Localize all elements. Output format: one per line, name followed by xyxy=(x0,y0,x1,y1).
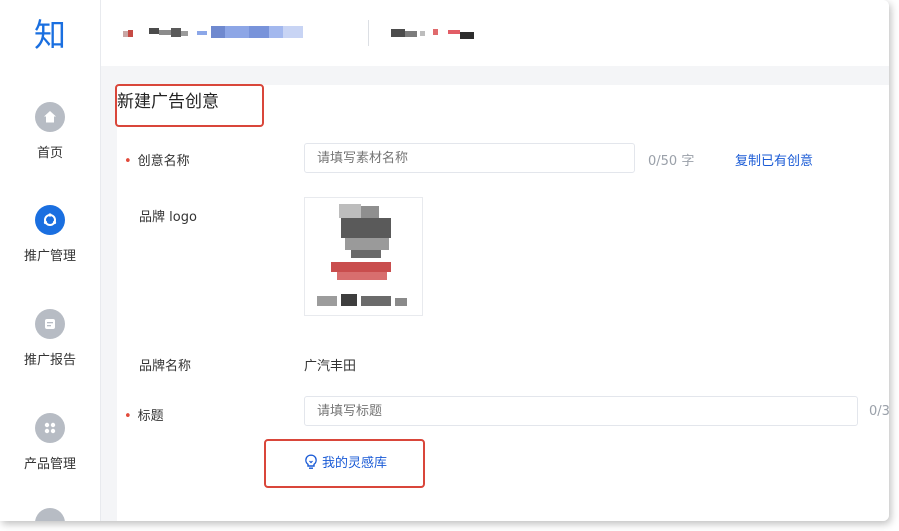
brand-logo-label: 品牌 logo xyxy=(139,210,197,225)
header-bar xyxy=(101,0,889,66)
sidebar-item-label: 产品管理 xyxy=(23,457,76,472)
highlight-box-title xyxy=(115,84,264,127)
promotion-icon xyxy=(35,205,65,235)
highlight-box-inspiration xyxy=(264,439,425,488)
sidebar-item-label: 首页 xyxy=(36,146,63,161)
home-icon xyxy=(35,102,65,132)
creative-name-counter: 0/50 字 xyxy=(648,154,695,169)
brand-logo-image[interactable] xyxy=(304,197,423,316)
headline-label: • 标题 xyxy=(124,409,164,424)
sidebar-item-home[interactable]: 首页 xyxy=(0,102,100,161)
sidebar: 知 首页 推广管理 推广报告 产品管理 xyxy=(0,0,101,521)
grid-icon xyxy=(35,413,65,443)
sidebar-item-label: 推广报告 xyxy=(23,353,76,368)
sidebar-item-products[interactable]: 产品管理 xyxy=(0,413,100,472)
report-icon xyxy=(35,309,65,339)
creative-name-input[interactable] xyxy=(304,143,635,173)
brand-name-value: 广汽丰田 xyxy=(304,359,357,374)
required-marker: • xyxy=(124,154,132,169)
headline-input[interactable] xyxy=(304,396,858,426)
more-icon xyxy=(35,508,65,521)
app-window: 知 首页 推广管理 推广报告 产品管理 新建广告创意 • 创意名称 请填写素材名… xyxy=(0,0,889,521)
copy-existing-creative-link[interactable]: 复制已有创意 xyxy=(735,150,813,169)
headline-counter: 0/3 xyxy=(869,404,889,419)
app-logo[interactable]: 知 xyxy=(0,10,100,56)
sidebar-item-report[interactable]: 推广报告 xyxy=(0,309,100,368)
sidebar-item-more[interactable] xyxy=(0,508,100,521)
sidebar-item-promotion[interactable]: 推广管理 xyxy=(0,205,100,264)
header-divider xyxy=(368,20,369,46)
required-marker: • xyxy=(124,409,132,424)
creative-name-label: • 创意名称 xyxy=(124,154,190,169)
brand-name-label: 品牌名称 xyxy=(139,359,192,374)
sidebar-item-label: 推广管理 xyxy=(23,249,76,264)
